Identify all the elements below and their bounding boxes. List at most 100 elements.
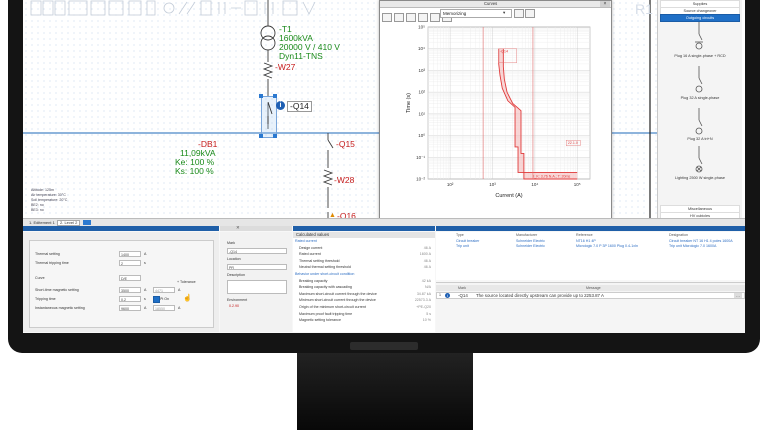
screen: i -T1 1600kVA 20000 V / 410 V Dyn11-TNS … xyxy=(23,0,745,333)
catalog-header-designation[interactable]: Designation xyxy=(669,233,688,238)
symbol-sidebar: Supplies Source changeover Outgoing circ… xyxy=(657,0,742,220)
thermal-tripping-time-unit: s xyxy=(144,261,146,265)
mark-input[interactable]: -Q14 xyxy=(227,248,287,254)
catalog-header-type[interactable]: Type xyxy=(456,233,464,238)
location-label: Location xyxy=(227,257,241,261)
short-time-magnetic-input[interactable]: 3500 xyxy=(119,287,141,293)
selection-handle[interactable] xyxy=(273,134,277,138)
plug-symbol-icon[interactable] xyxy=(688,66,710,94)
tab-editement-1[interactable]: 1. Editement 1 xyxy=(29,220,55,225)
options-icon[interactable] xyxy=(525,9,535,18)
description-label: Description xyxy=(227,273,245,277)
selection-handle[interactable] xyxy=(273,94,277,98)
curve-select[interactable]: D/E xyxy=(119,275,141,281)
selection-handle[interactable] xyxy=(259,134,263,138)
selection-handle[interactable] xyxy=(259,94,263,98)
catalog-header-manufacturer[interactable]: Manufacturer xyxy=(516,233,537,238)
catalog-toolbar xyxy=(436,226,745,231)
message-row-number: 1 xyxy=(439,292,441,297)
monitor-logo xyxy=(350,342,418,350)
mode-value: Memorizing xyxy=(443,10,467,16)
floppy-icon[interactable] xyxy=(514,9,524,18)
close-icon[interactable]: ✕ xyxy=(236,225,240,231)
tab-bar: 1. Editement 1 2. Level 2 xyxy=(23,218,745,226)
instantaneous-aux-unit: A xyxy=(178,306,181,310)
calc-row-value: +PE-Q20 xyxy=(416,305,431,309)
calc-row-label: Rated current xyxy=(295,239,317,243)
calc-row-label: Minimum short-circuit current through th… xyxy=(299,298,376,303)
catalog-panel: Type Manufacturer Reference Designation … xyxy=(436,232,745,280)
location-input[interactable]: PR xyxy=(227,264,287,270)
short-time-magnetic-aux: 4471 xyxy=(153,287,175,293)
curves-title: Curves xyxy=(484,1,498,6)
y-tick-label: 10⁰ xyxy=(418,133,425,138)
x-tick-label: 10³ xyxy=(489,182,496,187)
calc-row-label: Thermal setting threshold xyxy=(299,258,340,263)
tripping-curve-chart[interactable]: 10⁵ 10⁴ 10³ 10² 10¹ 10⁰ 10⁻¹ 10⁻² 10² 10³ 10⁴ 10⁵ Ti… xyxy=(380,19,611,219)
calc-row-label: Origin of the minimum short-circuit curr… xyxy=(299,305,366,309)
symbol-label: Plug 32 A single-phase xyxy=(680,96,720,100)
transformer-coupling: Dyn11-TNS xyxy=(279,51,323,61)
thermal-tripping-time-label: Thermal tripping time xyxy=(35,261,69,265)
y-tick-label: 10⁻² xyxy=(416,177,425,182)
y-axis-label: Time (s) xyxy=(406,93,412,113)
instantaneous-input[interactable]: 9600 xyxy=(119,305,141,311)
i2t-label: I²t On xyxy=(160,297,169,301)
calc-row-label: Behavior under short-circuit condition xyxy=(295,272,355,276)
env-note: BE3: no xyxy=(31,208,44,212)
thermal-tripping-time-input[interactable]: 2 xyxy=(119,260,141,266)
symbol-label: Plug 16 A single-phase + RCD xyxy=(674,54,726,58)
curves-window[interactable]: Curves × Memorizing ▾ 10⁵ 10⁴ 10³ 10² 10¹ 10⁰… xyxy=(379,0,612,220)
thermal-setting-label: Thermal setting xyxy=(35,252,60,256)
curve-top-label: -Q14 xyxy=(500,50,508,54)
properties-panel: Thermal setting 1400 A Thermal tripping … xyxy=(23,232,219,332)
breaker-symbol xyxy=(267,102,273,124)
curves-titlebar[interactable]: Curves × xyxy=(380,1,611,8)
calc-row-value: 10 % xyxy=(422,318,431,323)
calc-row-label: Design current xyxy=(299,245,323,250)
tripping-time-input[interactable]: 0.2 xyxy=(119,296,141,302)
x-tick-label: 10⁴ xyxy=(531,182,538,187)
y-tick-label: 10⁻¹ xyxy=(416,155,425,160)
thermal-setting-input[interactable]: 1400 xyxy=(119,251,141,257)
lamp-symbol-icon[interactable] xyxy=(688,146,710,174)
calc-header: Calculated values xyxy=(293,232,435,238)
description-input[interactable] xyxy=(227,280,287,294)
short-time-magnetic-label: Short-time magnetic setting xyxy=(35,288,79,292)
y-tick-label: 10¹ xyxy=(418,111,425,116)
info-icon[interactable]: i xyxy=(276,101,285,110)
calc-row-value: 5 s xyxy=(426,311,431,316)
catalog-header-reference[interactable]: Reference xyxy=(576,233,593,238)
message-expand-button[interactable]: … xyxy=(734,293,742,298)
messages-header-mark[interactable]: Mark xyxy=(458,286,466,291)
mark-toolbar: ✕ xyxy=(220,225,292,239)
symbol-label: Plug 32 A tri+N xyxy=(687,137,713,141)
mode-select[interactable]: Memorizing ▾ xyxy=(440,9,512,18)
i2t-checkbox[interactable] xyxy=(153,296,160,303)
instantaneous-label: Instantaneous magnetic setting xyxy=(35,306,85,310)
annotation-ik: I_K: 3,76 N.A.; T: 20ms xyxy=(533,174,570,178)
tolerance-label[interactable]: + Tolerance xyxy=(177,280,196,285)
add-tab-icon[interactable] xyxy=(83,220,91,225)
short-time-magnetic-unit: A xyxy=(144,288,147,292)
x-tick-label: 10² xyxy=(447,182,454,187)
environment-label: Environment xyxy=(227,298,248,302)
mark-label: Mark xyxy=(227,241,235,245)
plug-symbol-icon[interactable] xyxy=(688,22,710,52)
instantaneous-aux: 18550 xyxy=(153,305,175,311)
breaker-q14-label[interactable]: -Q14 xyxy=(287,101,312,112)
thermal-setting-unit: A xyxy=(144,252,147,256)
annotation-ir: 22.1.0 xyxy=(568,141,578,145)
plug-symbol-icon[interactable] xyxy=(688,108,710,136)
sidebar-item-outgoing-circuits[interactable]: Outgoing circuits xyxy=(660,14,740,22)
tripping-time-label: Tripping time xyxy=(35,297,56,301)
calc-row-value: 22573.3 A xyxy=(414,298,431,303)
close-button[interactable]: × xyxy=(600,1,610,7)
catalog-reference: Micrologic 7.0 P 3P 1600 Plug 0.4-1xIn xyxy=(576,244,638,248)
env-value: 0.2.90 xyxy=(229,304,239,308)
calc-toolbar xyxy=(293,226,435,231)
calc-row-value: 46 A xyxy=(423,265,431,270)
info-icon: i xyxy=(445,293,450,298)
messages-header-message[interactable]: Message xyxy=(586,286,601,291)
calc-row-value: 46 A xyxy=(423,258,431,263)
